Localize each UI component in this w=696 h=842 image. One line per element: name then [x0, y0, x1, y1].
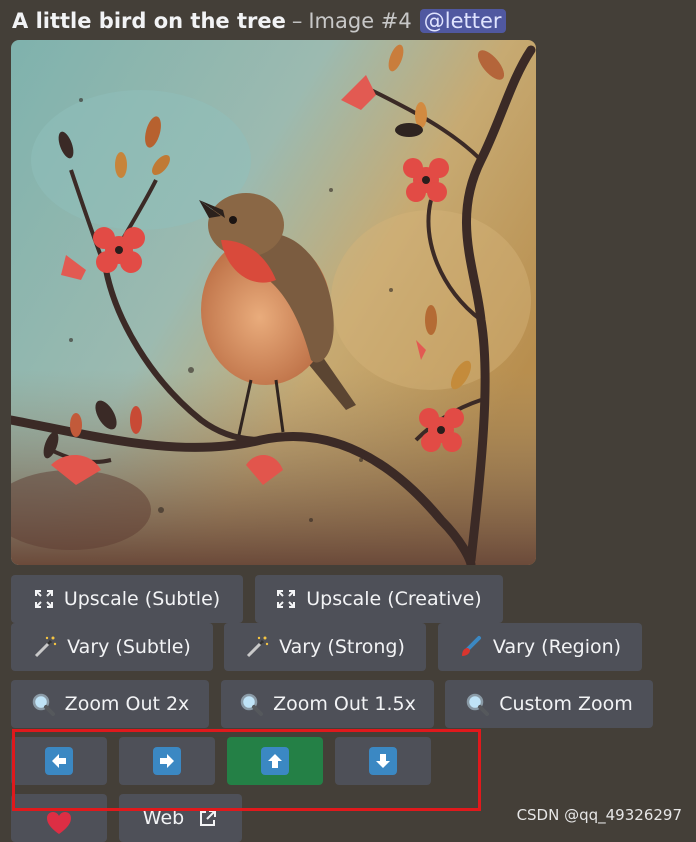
upscale-creative-button[interactable]: Upscale (Creative): [255, 575, 503, 623]
pan-left-button[interactable]: [11, 737, 107, 785]
pan-up-button[interactable]: [227, 737, 323, 785]
vary-subtle-label: Vary (Subtle): [67, 636, 191, 658]
expand-icon: [276, 589, 296, 609]
upscale-subtle-label: Upscale (Subtle): [63, 588, 221, 610]
expand-icon: [34, 589, 54, 609]
zoom-out-2x-label: Zoom Out 2x: [64, 693, 190, 715]
zoom-out-1-5x-label: Zoom Out 1.5x: [273, 693, 416, 715]
external-link-icon: [198, 808, 218, 828]
pan-down-button[interactable]: [335, 737, 431, 785]
title-separator: –: [291, 9, 303, 33]
heart-icon: [45, 809, 73, 837]
watermark: CSDN @qq_49326297: [516, 806, 682, 824]
paintbrush-icon: [459, 635, 483, 659]
arrow-left-icon: [45, 747, 73, 775]
arrow-up-icon: [261, 747, 289, 775]
vary-region-button[interactable]: Vary (Region): [438, 623, 642, 671]
arrow-down-icon: [369, 747, 397, 775]
zoom-out-2x-button[interactable]: Zoom Out 2x: [11, 680, 209, 728]
vary-region-label: Vary (Region): [492, 636, 622, 658]
custom-zoom-button[interactable]: Custom Zoom: [445, 680, 653, 728]
upscale-subtle-button[interactable]: Upscale (Subtle): [11, 575, 243, 623]
zoom-out-1-5x-button[interactable]: Zoom Out 1.5x: [221, 680, 434, 728]
vary-strong-label: Vary (Strong): [279, 636, 405, 658]
vary-subtle-button[interactable]: Vary (Subtle): [11, 623, 213, 671]
generated-image[interactable]: [11, 40, 536, 565]
magnifier-icon: [31, 692, 55, 716]
magic-wand-icon: [245, 635, 269, 659]
upscale-creative-label: Upscale (Creative): [306, 588, 482, 610]
web-label: Web: [142, 807, 185, 829]
magnifier-icon: [239, 692, 264, 716]
vary-strong-button[interactable]: Vary (Strong): [224, 623, 426, 671]
image-label: Image #4: [308, 9, 412, 33]
prompt-text: A little bird on the tree: [12, 9, 286, 33]
magnifier-icon: [465, 692, 490, 716]
custom-zoom-label: Custom Zoom: [499, 693, 633, 715]
message-title: A little bird on the tree – Image #4 @le…: [12, 6, 506, 36]
arrow-right-icon: [153, 747, 181, 775]
bird-painting: [11, 40, 536, 565]
user-mention[interactable]: @letter: [419, 9, 506, 33]
magic-wand-icon: [33, 635, 57, 659]
pan-right-button[interactable]: [119, 737, 215, 785]
